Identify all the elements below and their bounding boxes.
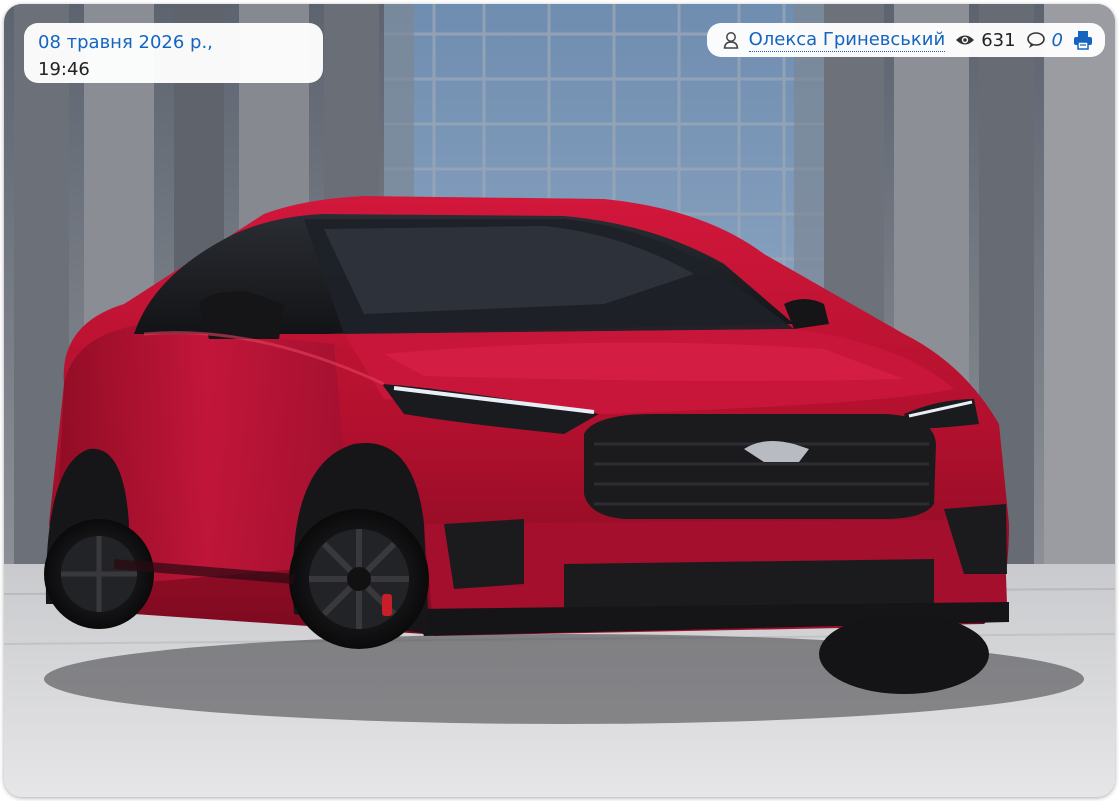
eye-icon bbox=[955, 33, 975, 47]
view-counter: 631 bbox=[955, 29, 1016, 51]
print-icon[interactable] bbox=[1073, 30, 1093, 50]
publish-date: 08 травня 2026 р., bbox=[38, 32, 213, 53]
publish-datetime: 08 травня 2026 р., 19:46 bbox=[24, 23, 323, 83]
comment-icon bbox=[1026, 31, 1046, 49]
comments-link[interactable]: 0 bbox=[1026, 30, 1063, 51]
views-count: 631 bbox=[981, 29, 1016, 51]
article-hero-image bbox=[4, 4, 1115, 797]
article-meta-bar: Олекса Гриневський 631 0 bbox=[706, 23, 1105, 57]
author-link[interactable]: Олекса Гриневський bbox=[748, 29, 946, 52]
user-icon bbox=[723, 31, 739, 49]
comments-count[interactable]: 0 bbox=[1052, 30, 1063, 51]
article-hero-card: 08 травня 2026 р., 19:46 Олекса Гриневсь… bbox=[4, 4, 1115, 797]
publish-time: 19:46 bbox=[38, 59, 90, 80]
